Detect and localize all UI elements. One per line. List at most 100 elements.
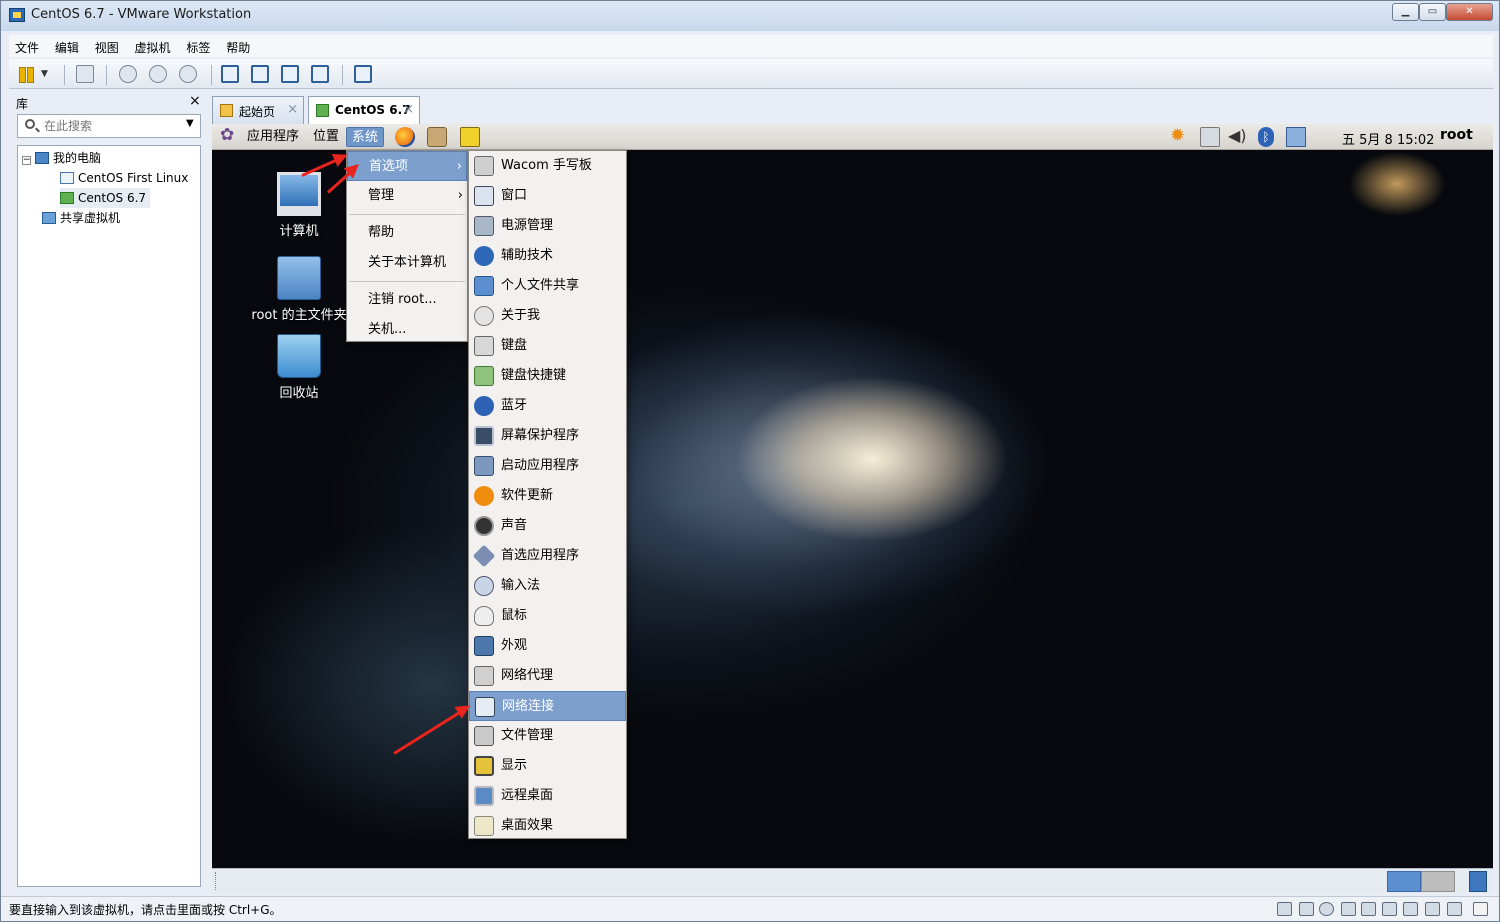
usb-icon[interactable] bbox=[1382, 902, 1397, 916]
pref-screensaver[interactable]: 屏幕保护程序 bbox=[469, 421, 626, 451]
menu-file[interactable]: 文件 bbox=[9, 35, 45, 60]
chevron-down-icon[interactable]: ▼ bbox=[41, 65, 59, 83]
desktop-icon-home[interactable]: root 的主文件夹 bbox=[244, 256, 354, 323]
menu-item-administration[interactable]: 管理 › bbox=[347, 181, 467, 211]
vm-thumbnail-icon[interactable] bbox=[1469, 871, 1487, 892]
tab-home[interactable]: 起始页 × bbox=[212, 96, 304, 124]
menu-item-logout[interactable]: 注销 root... bbox=[347, 285, 467, 315]
panel-menu-places[interactable]: 位置 bbox=[308, 127, 344, 147]
menu-help[interactable]: 帮助 bbox=[220, 35, 256, 60]
pref-software-update[interactable]: 软件更新 bbox=[469, 481, 626, 511]
pref-sound[interactable]: 声音 bbox=[469, 511, 626, 541]
pref-input-method[interactable]: 输入法 bbox=[469, 571, 626, 601]
pref-about-me[interactable]: 关于我 bbox=[469, 301, 626, 331]
hard-disk-icon[interactable] bbox=[1299, 902, 1314, 916]
menu-item-shutdown[interactable]: 关机... bbox=[347, 315, 467, 345]
pref-keyboard[interactable]: 键盘 bbox=[469, 331, 626, 361]
pref-accessibility[interactable]: 辅助技术 bbox=[469, 241, 626, 271]
snapshot-manager-icon[interactable] bbox=[179, 65, 197, 83]
pref-bluetooth[interactable]: 蓝牙 bbox=[469, 391, 626, 421]
network-status-icon[interactable] bbox=[1200, 127, 1220, 147]
menu-tabs[interactable]: 标签 bbox=[180, 35, 216, 60]
desktop-icon-trash[interactable]: 回收站 bbox=[249, 334, 349, 401]
hard-disk-icon[interactable] bbox=[1277, 902, 1292, 916]
thumbnail-bar-icon[interactable] bbox=[251, 65, 269, 83]
update-icon[interactable]: ✹ bbox=[1170, 127, 1190, 147]
library-search-input[interactable] bbox=[44, 117, 184, 135]
pref-mouse[interactable]: 鼠标 bbox=[469, 601, 626, 631]
library-pane: 库 × ▼ −我的电脑 CentOS First Linux CentOS 6.… bbox=[9, 92, 204, 889]
pref-windows[interactable]: 窗口 bbox=[469, 181, 626, 211]
pref-network-connections[interactable]: 网络连接 bbox=[469, 691, 626, 721]
pref-preferred-apps[interactable]: 首选应用程序 bbox=[469, 541, 626, 571]
sound-card-icon[interactable] bbox=[1403, 902, 1418, 916]
tree-item-vm[interactable]: CentOS First Linux bbox=[60, 168, 188, 188]
firefox-icon[interactable] bbox=[395, 127, 415, 147]
text-editor-icon[interactable] bbox=[460, 127, 480, 147]
close-window-button[interactable]: ✕ bbox=[1446, 3, 1493, 21]
show-library-icon[interactable] bbox=[221, 65, 239, 83]
cdrom-icon[interactable] bbox=[1319, 902, 1334, 916]
pref-power[interactable]: 电源管理 bbox=[469, 211, 626, 241]
tab-close-button[interactable]: × bbox=[287, 102, 298, 117]
menu-view[interactable]: 视图 bbox=[89, 35, 125, 60]
vm-bottom-bar bbox=[212, 868, 1493, 893]
mail-icon[interactable] bbox=[427, 127, 447, 147]
menu-bar: 文件 编辑 视图 虚拟机 标签 帮助 bbox=[9, 35, 1493, 57]
thumbnail-blue-icon[interactable] bbox=[1387, 871, 1421, 892]
resize-grip[interactable] bbox=[215, 872, 218, 890]
network-adapter-icon[interactable] bbox=[1361, 902, 1376, 916]
user-info-icon bbox=[474, 306, 494, 326]
panel-menu-system[interactable]: 系统 bbox=[346, 127, 385, 147]
menu-item-help[interactable]: 帮助 bbox=[347, 218, 467, 248]
printer-icon[interactable] bbox=[1425, 902, 1440, 916]
pref-remote-desktop[interactable]: 远程桌面 bbox=[469, 781, 626, 811]
minimize-button[interactable]: ▁ bbox=[1392, 3, 1419, 21]
panel-menu-applications[interactable]: 应用程序 bbox=[242, 127, 304, 147]
unity-icon[interactable] bbox=[311, 65, 329, 83]
display-device-icon[interactable] bbox=[1447, 902, 1462, 916]
shortcuts-icon bbox=[474, 366, 494, 386]
snapshot-icon[interactable] bbox=[119, 65, 137, 83]
menu-edit[interactable]: 编辑 bbox=[49, 35, 85, 60]
toolbar-separator bbox=[64, 65, 65, 85]
suspend-icon[interactable] bbox=[18, 65, 36, 83]
bluetooth-icon[interactable]: ᛒ bbox=[1258, 127, 1274, 147]
network-connection-icon[interactable] bbox=[1286, 127, 1306, 147]
pref-startup-apps[interactable]: 启动应用程序 bbox=[469, 451, 626, 481]
message-log-icon[interactable] bbox=[1473, 902, 1488, 916]
tree-item-vm-selected[interactable]: CentOS 6.7 bbox=[60, 188, 151, 208]
pref-display[interactable]: 显示 bbox=[469, 751, 626, 781]
pref-desktop-effects[interactable]: 桌面效果 bbox=[469, 811, 626, 841]
pref-file-sharing[interactable]: 个人文件共享 bbox=[469, 271, 626, 301]
pref-appearance[interactable]: 外观 bbox=[469, 631, 626, 661]
library-close-button[interactable]: × bbox=[189, 93, 201, 109]
library-search[interactable]: ▼ bbox=[17, 114, 201, 138]
full-screen-icon[interactable] bbox=[281, 65, 299, 83]
pref-network-proxy[interactable]: 网络代理 bbox=[469, 661, 626, 691]
console-view-icon[interactable] bbox=[354, 65, 372, 83]
volume-icon[interactable]: ◀) bbox=[1228, 127, 1248, 147]
thumbnail-gray-icon[interactable] bbox=[1421, 871, 1455, 892]
menu-item-preferences[interactable]: 首选项 › bbox=[347, 151, 467, 181]
vm-display[interactable]: 应用程序 位置 系统 ✹ ◀) ᛒ 五 5月 8 15:02 root 计算机 … bbox=[212, 124, 1493, 868]
desktop-icon-computer[interactable]: 计算机 bbox=[249, 172, 349, 239]
pref-keyboard-shortcuts[interactable]: 键盘快捷键 bbox=[469, 361, 626, 391]
chevron-down-icon[interactable]: ▼ bbox=[186, 118, 194, 129]
floppy-icon[interactable] bbox=[1341, 902, 1356, 916]
panel-user[interactable]: root bbox=[1440, 127, 1473, 143]
tree-item-shared-vms[interactable]: 共享虚拟机 bbox=[42, 208, 120, 228]
tab-close-button[interactable]: × bbox=[403, 102, 414, 117]
revert-snapshot-icon[interactable] bbox=[149, 65, 167, 83]
menu-vm[interactable]: 虚拟机 bbox=[129, 35, 177, 60]
maximize-button[interactable]: ▭ bbox=[1419, 3, 1446, 21]
menu-item-about[interactable]: 关于本计算机 bbox=[347, 248, 467, 278]
panel-clock[interactable]: 五 5月 8 15:02 bbox=[1342, 129, 1434, 148]
annotation-arrow-network bbox=[393, 706, 468, 755]
tab-centos[interactable]: CentOS 6.7 × bbox=[308, 96, 420, 124]
pref-file-management[interactable]: 文件管理 bbox=[469, 721, 626, 751]
pref-wacom[interactable]: Wacom 手写板 bbox=[469, 151, 626, 181]
network-icon[interactable] bbox=[76, 65, 94, 83]
tree-item-my-computer[interactable]: − 我的电脑 bbox=[22, 148, 101, 168]
collapse-icon[interactable]: − bbox=[22, 156, 31, 165]
